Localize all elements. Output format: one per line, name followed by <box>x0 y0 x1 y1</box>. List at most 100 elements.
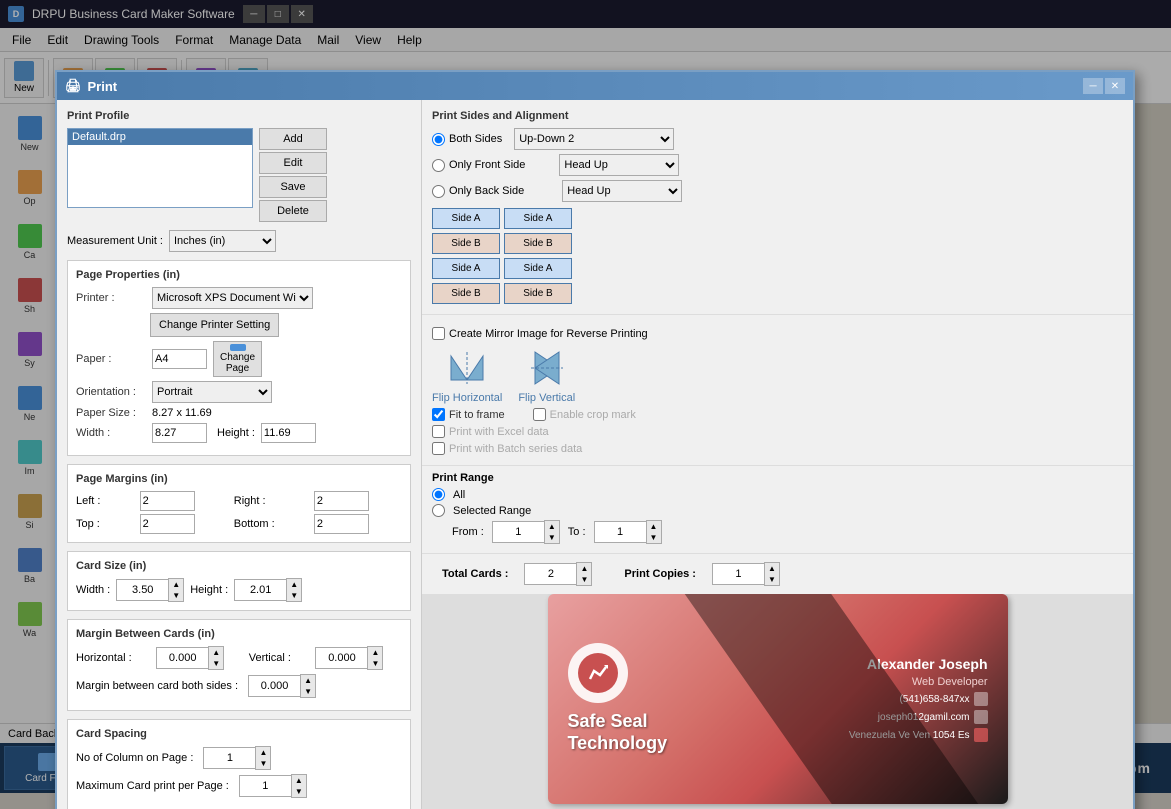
range-all-radio[interactable] <box>432 488 445 501</box>
side-a-2[interactable]: Side A <box>504 208 572 229</box>
dialog-close-btn[interactable]: ✕ <box>1105 78 1125 94</box>
bottom-margin-input[interactable] <box>314 514 369 534</box>
change-page-btn[interactable]: ChangePage <box>213 341 262 377</box>
flip-horizontal-btn[interactable]: Flip Horizontal <box>432 348 502 404</box>
side-b-4[interactable]: Side B <box>504 283 572 304</box>
print-sides-title: Print Sides and Alignment <box>432 110 1123 122</box>
both-sides-label: Margin between card both sides : <box>76 680 238 692</box>
profile-edit-btn[interactable]: Edit <box>259 152 327 174</box>
phone-text: (541)658-847xx <box>899 694 969 705</box>
dialog-body: Print Profile Default.drp Add Edit Save … <box>57 100 1133 809</box>
card-spacing-label: Card Spacing <box>76 728 402 740</box>
back-head-up-select[interactable]: Head Up Head Down <box>562 180 682 202</box>
vert-spin-btns: ▲ ▼ <box>367 646 383 670</box>
side-a-3[interactable]: Side A <box>432 258 500 279</box>
column-up[interactable]: ▲ <box>256 747 270 758</box>
range-all-label: All <box>453 489 465 501</box>
profile-list-box[interactable]: Default.drp <box>67 128 253 208</box>
side-a-1[interactable]: Side A <box>432 208 500 229</box>
print-range-title: Print Range <box>432 472 1123 484</box>
change-printer-btn[interactable]: Change Printer Setting <box>150 313 279 337</box>
total-cards-down[interactable]: ▼ <box>577 574 591 585</box>
vert-margin-input[interactable] <box>315 647 367 669</box>
profile-save-btn[interactable]: Save <box>259 176 327 198</box>
total-cards-up[interactable]: ▲ <box>577 563 591 574</box>
paper-height-input[interactable] <box>261 423 316 443</box>
range-selected-radio[interactable] <box>432 504 445 517</box>
print-excel-checkbox[interactable] <box>432 425 445 438</box>
max-card-down[interactable]: ▼ <box>292 786 306 797</box>
card-size-section: Card Size (in) Width : ▲ ▼ Height : <box>67 551 411 611</box>
paper-row: Paper : ChangePage <box>76 341 402 377</box>
from-spin-btns: ▲ ▼ <box>544 520 560 544</box>
wh-row: Width : Height : <box>76 423 402 443</box>
side-a-4[interactable]: Side A <box>504 258 572 279</box>
up-down-select[interactable]: Up-Down 2 Up-Down 1 <box>514 128 674 150</box>
page-margins-section: Page Margins (in) Left : Right : Top : B… <box>67 464 411 543</box>
both-sides-radio[interactable] <box>432 133 445 146</box>
only-back-radio[interactable] <box>432 185 445 198</box>
front-head-up-select[interactable]: Head Up Head Down <box>559 154 679 176</box>
fit-to-frame-checkbox[interactable] <box>432 408 445 421</box>
left-margin-input[interactable] <box>140 491 195 511</box>
flip-vertical-btn[interactable]: Flip Vertical <box>518 348 575 404</box>
both-sides-input[interactable] <box>248 675 300 697</box>
card-height-down[interactable]: ▼ <box>287 590 301 601</box>
side-b-1[interactable]: Side B <box>432 233 500 254</box>
to-spinner: ▲ ▼ <box>594 520 662 544</box>
paper-width-input[interactable] <box>152 423 207 443</box>
dialog-minimize-btn[interactable]: ─ <box>1083 78 1103 94</box>
both-sides-up[interactable]: ▲ <box>301 675 315 686</box>
card-width-up[interactable]: ▲ <box>169 579 183 590</box>
from-input[interactable] <box>492 521 544 543</box>
print-copies-input[interactable] <box>712 563 764 585</box>
logo-chart-icon <box>586 661 610 685</box>
to-down[interactable]: ▼ <box>647 532 661 543</box>
selected-range-row: Selected Range <box>432 504 1123 517</box>
horiz-up[interactable]: ▲ <box>209 647 223 658</box>
total-cards-spinner: ▲ ▼ <box>524 562 592 586</box>
fit-to-frame-label: Fit to frame <box>449 409 505 421</box>
from-up[interactable]: ▲ <box>545 521 559 532</box>
column-down[interactable]: ▼ <box>256 758 270 769</box>
orientation-select[interactable]: Portrait Landscape <box>152 381 272 403</box>
horiz-margin-input[interactable] <box>156 647 208 669</box>
margin-between-cards-section: Margin Between Cards (in) Horizontal : ▲… <box>67 619 411 711</box>
top-margin-input[interactable] <box>140 514 195 534</box>
max-card-up[interactable]: ▲ <box>292 775 306 786</box>
paper-size-row: Paper Size : 8.27 x 11.69 <box>76 407 402 419</box>
printer-select[interactable]: Microsoft XPS Document Wi <box>152 287 313 309</box>
paper-input[interactable] <box>152 349 207 369</box>
only-front-radio[interactable] <box>432 159 445 172</box>
right-margin-input[interactable] <box>314 491 369 511</box>
column-input[interactable] <box>203 747 255 769</box>
to-up[interactable]: ▲ <box>647 521 661 532</box>
card-width-down[interactable]: ▼ <box>169 590 183 601</box>
vert-up[interactable]: ▲ <box>368 647 382 658</box>
enable-crop-checkbox[interactable] <box>533 408 546 421</box>
side-b-3[interactable]: Side B <box>432 283 500 304</box>
profile-delete-btn[interactable]: Delete <box>259 200 327 222</box>
print-copies-up[interactable]: ▲ <box>765 563 779 574</box>
horiz-down[interactable]: ▼ <box>209 658 223 669</box>
side-b-2[interactable]: Side B <box>504 233 572 254</box>
print-copies-down[interactable]: ▼ <box>765 574 779 585</box>
print-batch-checkbox[interactable] <box>432 442 445 455</box>
flip-horizontal-icon <box>447 348 487 388</box>
to-input[interactable] <box>594 521 646 543</box>
both-sides-down[interactable]: ▼ <box>301 686 315 697</box>
card-height-input[interactable] <box>234 579 286 601</box>
profile-item-default[interactable]: Default.drp <box>68 129 252 145</box>
card-height-up[interactable]: ▲ <box>287 579 301 590</box>
vert-down[interactable]: ▼ <box>368 658 382 669</box>
max-card-input[interactable] <box>239 775 291 797</box>
from-down[interactable]: ▼ <box>545 532 559 543</box>
profile-add-btn[interactable]: Add <box>259 128 327 150</box>
card-spacing-section: Card Spacing No of Column on Page : ▲ ▼ <box>67 719 411 809</box>
mirror-checkbox[interactable] <box>432 327 445 340</box>
total-cards-input[interactable] <box>524 563 576 585</box>
measurement-select[interactable]: Inches (in) Millimeters (mm) Centimeters… <box>169 230 276 252</box>
top-margin-label: Top : <box>76 518 134 530</box>
mirror-row: Create Mirror Image for Reverse Printing <box>432 327 1123 340</box>
card-width-input[interactable] <box>116 579 168 601</box>
